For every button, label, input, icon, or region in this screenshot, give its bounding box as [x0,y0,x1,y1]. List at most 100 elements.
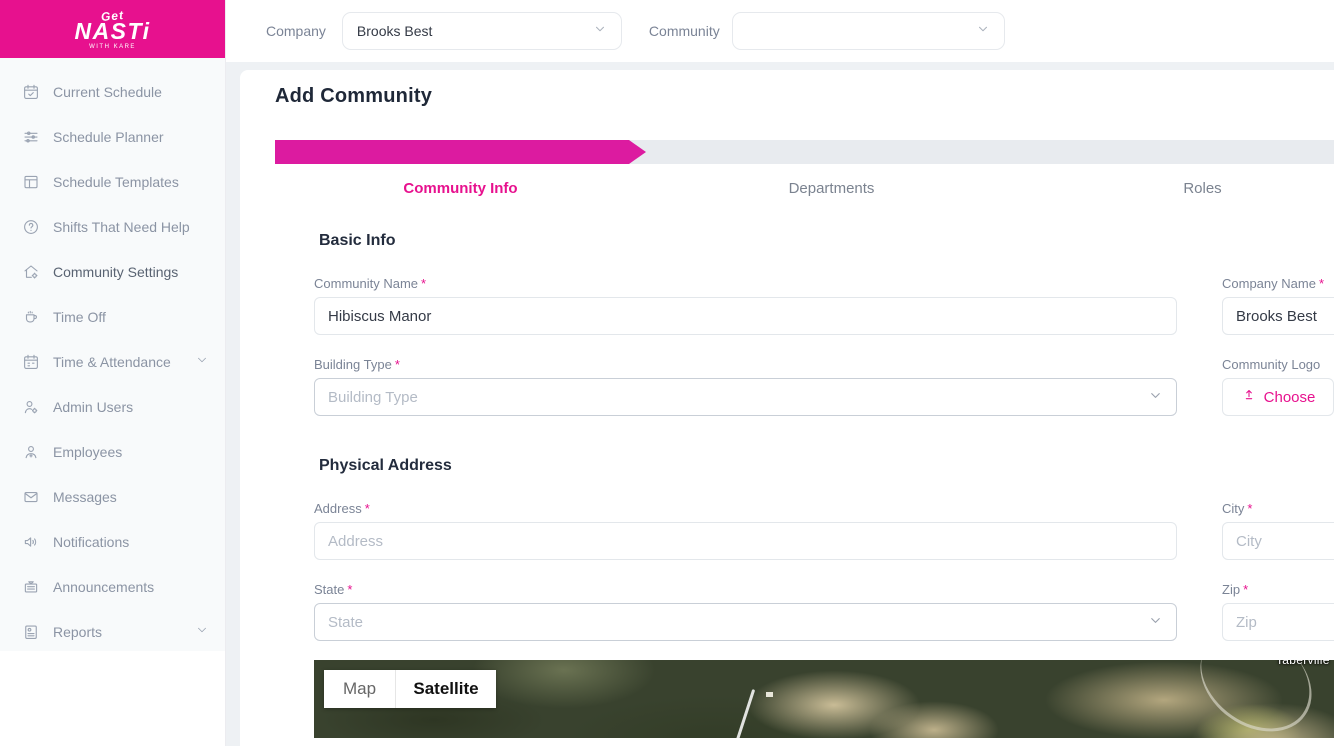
address-label: Address* [314,501,1177,516]
step-roles[interactable]: Roles [1017,180,1334,197]
zip-input[interactable] [1222,603,1334,641]
satellite-view-button[interactable]: Satellite [396,670,496,708]
map-building [766,692,773,697]
choose-logo-button[interactable]: Choose [1222,378,1334,416]
map-road-curve [1181,660,1331,738]
wizard-progress-fill [275,140,646,164]
sidebar-item-label: Time & Attendance [53,354,171,370]
user-gear-icon [22,398,40,416]
community-logo-label: Community Logo [1222,357,1334,372]
home-gear-icon [22,263,40,281]
form-row-state: State* State Zip* [314,582,1334,641]
sidebar-item-label: Reports [53,624,102,640]
sidebar-item-community-settings[interactable]: Community Settings [0,249,225,294]
report-file-icon [22,623,40,641]
sidebar-item-label: Community Settings [53,264,178,280]
sidebar-item-label: Current Schedule [53,84,162,100]
physical-address-heading: Physical Address [319,457,1334,475]
sidebar-item-time-off[interactable]: Time Off [0,294,225,339]
location-map[interactable]: Taberville Map Satellite [314,660,1334,738]
community-name-input[interactable] [314,297,1177,335]
sidebar-item-schedule-templates[interactable]: Schedule Templates [0,159,225,204]
upload-icon [1241,387,1257,407]
map-type-control: Map Satellite [324,670,496,708]
sidebar-item-label: Schedule Planner [53,129,164,145]
top-bar: Company Brooks Best Community [226,0,1334,62]
step-community-info[interactable]: Community Info [275,180,646,197]
sidebar-item-time-attendance[interactable]: Time & Attendance [0,339,225,384]
sidebar-item-announcements[interactable]: Announcements [0,564,225,609]
sidebar-item-employees[interactable]: Employees [0,429,225,474]
company-name-input[interactable] [1222,297,1334,335]
building-type-select[interactable]: Building Type [314,378,1177,416]
sidebar-item-messages[interactable]: Messages [0,474,225,519]
chevron-down-icon [976,22,990,41]
sidebar-item-label: Notifications [53,534,129,550]
sidebar-item-label: Announcements [53,579,154,595]
required-asterisk: * [1247,501,1252,516]
form-row-name: Community Name* Company Name* [314,276,1334,335]
content-area: Add Community Community Info Departments… [226,62,1334,746]
required-asterisk: * [1243,582,1248,597]
sidebar-item-label: Shifts That Need Help [53,219,190,235]
app-logo[interactable]: Get NASTi WITH KARE [0,0,225,58]
map-place-label: Taberville [1276,660,1330,667]
sidebar-item-label: Messages [53,489,117,505]
speaker-icon [22,533,40,551]
company-name-label: Company Name* [1222,276,1334,291]
logo-text-sub: WITH KARE [89,44,136,50]
required-asterisk: * [365,501,370,516]
basic-info-heading: Basic Info [319,232,1334,250]
building-type-label: Building Type* [314,357,1177,372]
chevron-down-icon[interactable] [195,353,209,370]
sidebar-item-label: Schedule Templates [53,174,179,190]
map-view-button[interactable]: Map [324,670,396,708]
announcement-board-icon [22,578,40,596]
company-select[interactable]: Brooks Best [342,12,622,50]
form-row-building: Building Type* Building Type Community L… [314,357,1334,416]
sidebar-nav: Current Schedule Schedule Planner Schedu… [0,58,225,651]
city-input[interactable] [1222,522,1334,560]
template-layout-icon [22,173,40,191]
zip-label: Zip* [1222,582,1334,597]
sidebar-item-admin-users[interactable]: Admin Users [0,384,225,429]
community-name-label: Community Name* [314,276,1177,291]
sidebar-item-notifications[interactable]: Notifications [0,519,225,564]
chevron-down-icon [593,22,607,41]
required-asterisk: * [395,357,400,372]
chevron-down-icon [1148,613,1163,632]
page-title: Add Community [275,85,1334,108]
sidebar-item-label: Admin Users [53,399,133,415]
wizard-progress-bar [275,140,1334,164]
form-row-address: Address* City* [314,501,1334,560]
sliders-icon [22,128,40,146]
required-asterisk: * [421,276,426,291]
add-community-card: Add Community Community Info Departments… [240,70,1334,746]
sidebar-item-current-schedule[interactable]: Current Schedule [0,69,225,114]
address-input[interactable] [314,522,1177,560]
user-plus-icon [22,443,40,461]
calendar-check-icon [22,83,40,101]
sidebar-item-reports[interactable]: Reports [0,609,225,654]
company-label: Company [266,23,326,39]
community-select[interactable] [732,12,1005,50]
required-asterisk: * [347,582,352,597]
sidebar: Get NASTi WITH KARE Current Schedule Sch… [0,0,226,746]
sidebar-item-shifts-that-need-help[interactable]: Shifts That Need Help [0,204,225,249]
logo-text-top: Get [100,8,124,24]
chevron-down-icon[interactable] [195,623,209,640]
state-select[interactable]: State [314,603,1177,641]
sidebar-item-schedule-planner[interactable]: Schedule Planner [0,114,225,159]
sidebar-item-label: Employees [53,444,122,460]
company-select-value: Brooks Best [357,23,432,39]
sidebar-item-label: Time Off [53,309,106,325]
wizard-steps: Community Info Departments Roles [275,180,1334,197]
help-circle-icon [22,218,40,236]
chevron-down-icon [1148,388,1163,407]
map-road-line [734,689,755,738]
step-departments[interactable]: Departments [646,180,1017,197]
building-type-placeholder: Building Type [328,389,418,406]
state-label: State* [314,582,1177,597]
calendar-icon [22,353,40,371]
required-asterisk: * [1319,276,1324,291]
